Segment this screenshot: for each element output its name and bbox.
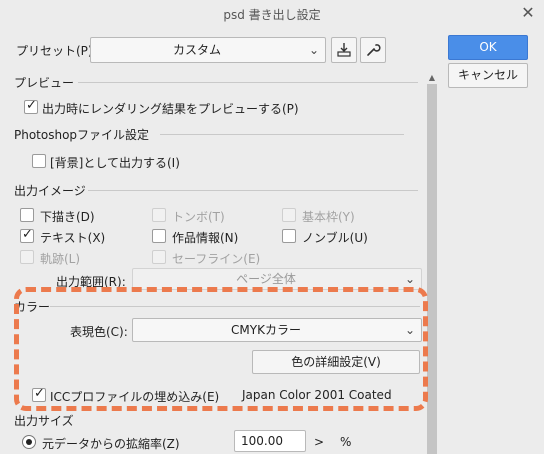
preset-select[interactable]: カスタム ⌄: [90, 37, 326, 63]
chevron-down-icon: ⌄: [308, 43, 320, 57]
page-number-label[interactable]: ノンブル(U): [302, 229, 368, 246]
draft-checkbox[interactable]: [20, 208, 34, 222]
scale-label[interactable]: 元データからの拡縮率(Z): [42, 435, 180, 452]
text-label[interactable]: テキスト(X): [40, 229, 105, 246]
background-checkbox[interactable]: [32, 154, 46, 168]
settings-panel[interactable]: プレビュー 出力時にレンダリング結果をプレビューする(P) Photoshopフ…: [8, 72, 438, 454]
chevron-down-icon: ⌄: [404, 272, 416, 286]
icc-embed-label[interactable]: ICCプロファイルの埋め込み(E): [50, 388, 219, 405]
crop-marks-label: トンボ(T): [172, 210, 225, 224]
scroll-up-icon[interactable]: ▲: [426, 72, 438, 84]
scale-input[interactable]: 100.00: [234, 430, 306, 452]
section-color: カラー: [14, 300, 51, 314]
preset-settings-button[interactable]: [360, 37, 386, 63]
scrollbar-thumb[interactable]: [427, 84, 437, 454]
close-icon[interactable]: ✕: [518, 2, 538, 24]
base-frame-checkbox[interactable]: [282, 208, 296, 222]
trail-label: 軌跡(L): [40, 252, 81, 266]
safe-line-label: セーフライン(E): [172, 252, 261, 266]
background-checkbox-label[interactable]: [背景]として出力する(I): [50, 154, 180, 171]
window-title: psd 書き出し設定: [223, 8, 321, 22]
save-preset-icon: [337, 43, 351, 57]
color-expression-select[interactable]: CMYKカラー ⌄: [132, 318, 422, 342]
divider: [78, 82, 418, 83]
section-preview: プレビュー: [14, 76, 75, 90]
preset-label: プリセット(P):: [16, 44, 97, 58]
chevron-down-icon: ⌄: [404, 323, 416, 337]
trail-checkbox[interactable]: [20, 250, 34, 264]
divider: [88, 190, 418, 191]
preview-checkbox-label[interactable]: 出力時にレンダリング結果をプレビューする(P): [42, 100, 299, 117]
icc-profile-name: Japan Color 2001 Coated: [242, 388, 392, 402]
work-info-label[interactable]: 作品情報(N): [172, 229, 238, 246]
draft-label[interactable]: 下描き(D): [40, 208, 95, 225]
output-range-label: 出力範囲(R):: [56, 275, 126, 289]
crop-marks-checkbox[interactable]: [152, 208, 166, 222]
section-output-image: 出力イメージ: [14, 184, 86, 198]
ok-button[interactable]: OK: [448, 35, 528, 60]
text-checkbox[interactable]: [20, 227, 34, 243]
scale-radio[interactable]: [22, 435, 36, 449]
wrench-icon: [367, 44, 381, 56]
output-range-select[interactable]: ページ全体 ⌄: [132, 268, 422, 290]
color-expression-label: 表現色(C):: [70, 325, 128, 339]
divider: [160, 134, 404, 135]
scale-arrow-icon[interactable]: >: [314, 435, 324, 449]
cancel-button[interactable]: キャンセル: [448, 63, 528, 88]
scale-unit: %: [340, 435, 352, 449]
color-detail-button[interactable]: 色の詳細設定(V): [252, 350, 420, 374]
base-frame-label: 基本枠(Y): [302, 210, 355, 224]
safe-line-checkbox[interactable]: [152, 250, 166, 264]
output-range-value: ページ全体: [236, 272, 296, 286]
scale-value: 100.00: [241, 434, 283, 448]
section-photoshop: Photoshopファイル設定: [14, 128, 150, 142]
icc-embed-checkbox[interactable]: [32, 386, 46, 402]
divider: [50, 306, 420, 307]
work-info-checkbox[interactable]: [152, 229, 166, 243]
preview-checkbox[interactable]: [24, 98, 38, 114]
save-preset-button[interactable]: [331, 37, 357, 63]
preset-value: カスタム: [172, 43, 221, 57]
section-output-size: 出力サイズ: [14, 414, 74, 428]
color-expression-value: CMYKカラー: [231, 323, 301, 337]
page-number-checkbox[interactable]: [282, 229, 296, 243]
